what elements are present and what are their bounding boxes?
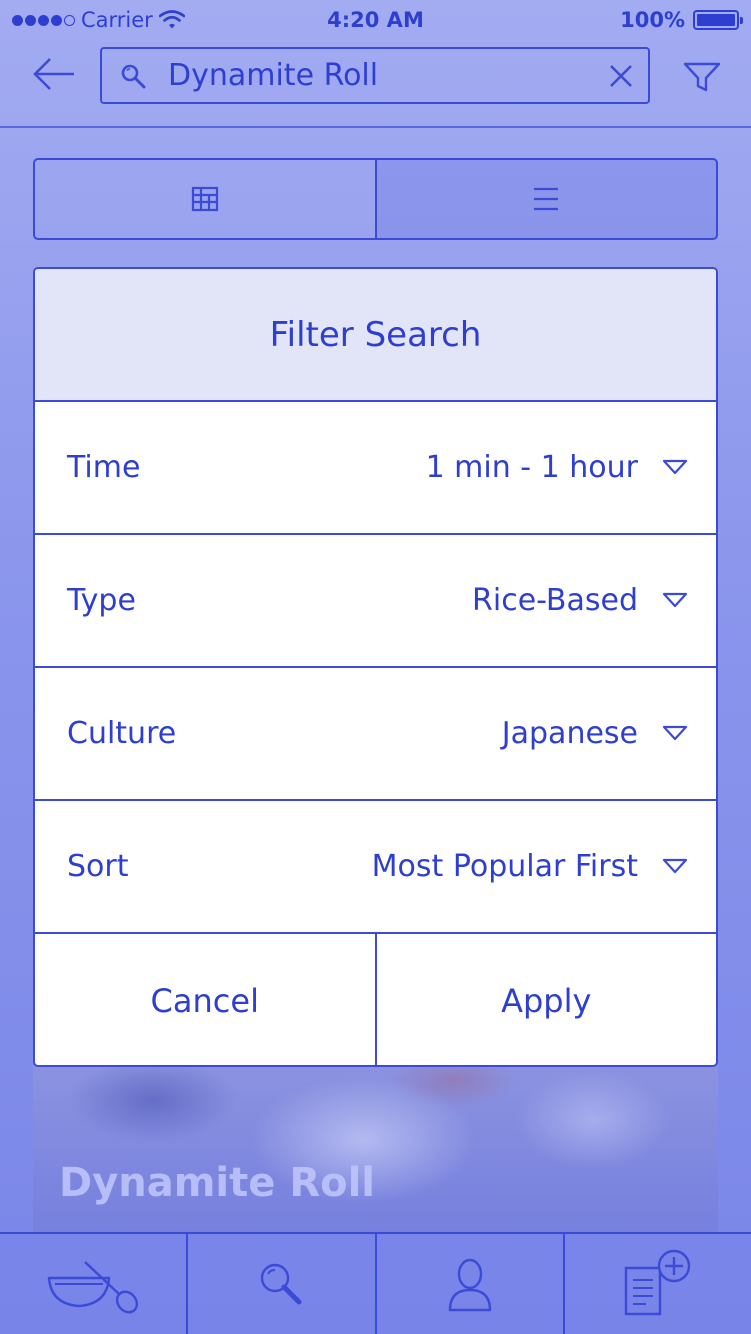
chevron-down-icon — [662, 725, 688, 741]
tab-profile[interactable] — [377, 1234, 565, 1334]
filter-row-culture[interactable]: Culture Japanese — [35, 668, 716, 801]
chevron-down-icon — [662, 459, 688, 475]
list-view-button[interactable] — [376, 160, 716, 238]
list-icon — [534, 187, 559, 211]
modal-title: Filter Search — [269, 314, 482, 355]
battery-fill — [697, 14, 735, 26]
search-icon — [121, 64, 146, 89]
tab-bar — [0, 1232, 751, 1334]
filter-label: Type — [67, 583, 136, 618]
back-arrow-icon[interactable] — [30, 54, 78, 94]
search-query: Dynamite Roll — [168, 58, 379, 93]
nav-bar: Dynamite Roll — [0, 40, 751, 128]
filter-row-type[interactable]: Type Rice-Based — [35, 535, 716, 668]
view-toggle — [33, 158, 718, 240]
filter-value: Japanese — [501, 716, 638, 751]
search-input[interactable]: Dynamite Roll — [100, 47, 650, 104]
status-bar: Carrier 4:20 AM 100% — [0, 0, 751, 40]
filter-row-sort[interactable]: Sort Most Popular First — [35, 801, 716, 934]
filter-value: Rice-Based — [472, 583, 638, 618]
filter-value: 1 min - 1 hour — [425, 450, 638, 485]
filter-icon[interactable] — [682, 60, 722, 94]
filter-modal: Filter Search Time 1 min - 1 hour Type R… — [33, 267, 718, 1067]
apply-button[interactable]: Apply — [377, 934, 717, 1065]
modal-header: Filter Search — [35, 269, 716, 402]
tab-recipes[interactable] — [0, 1234, 189, 1334]
tab-add-recipe[interactable] — [565, 1234, 751, 1334]
grid-icon — [191, 186, 218, 212]
tab-search[interactable] — [188, 1234, 377, 1334]
bowl-spoon-icon — [47, 1261, 139, 1314]
close-icon[interactable] — [608, 63, 634, 89]
cancel-button[interactable]: Cancel — [35, 934, 377, 1065]
filter-value: Most Popular First — [371, 849, 638, 884]
grid-view-button[interactable] — [35, 160, 377, 238]
filter-label: Sort — [67, 849, 129, 884]
filter-row-time[interactable]: Time 1 min - 1 hour — [35, 402, 716, 535]
chevron-down-icon — [662, 858, 688, 874]
profile-icon — [448, 1258, 491, 1312]
battery-percent: 100% — [620, 8, 685, 32]
chevron-down-icon — [662, 592, 688, 608]
filter-label: Time — [67, 450, 141, 485]
recipe-card[interactable]: Dynamite Roll — [33, 1060, 718, 1235]
recipe-title: Dynamite Roll — [59, 1160, 376, 1206]
search-icon — [261, 1263, 302, 1305]
modal-actions: Cancel Apply — [35, 934, 717, 1065]
battery-icon — [693, 10, 743, 30]
status-right: 100% — [620, 8, 743, 32]
filter-label: Culture — [67, 716, 177, 751]
add-recipe-icon — [624, 1249, 691, 1316]
